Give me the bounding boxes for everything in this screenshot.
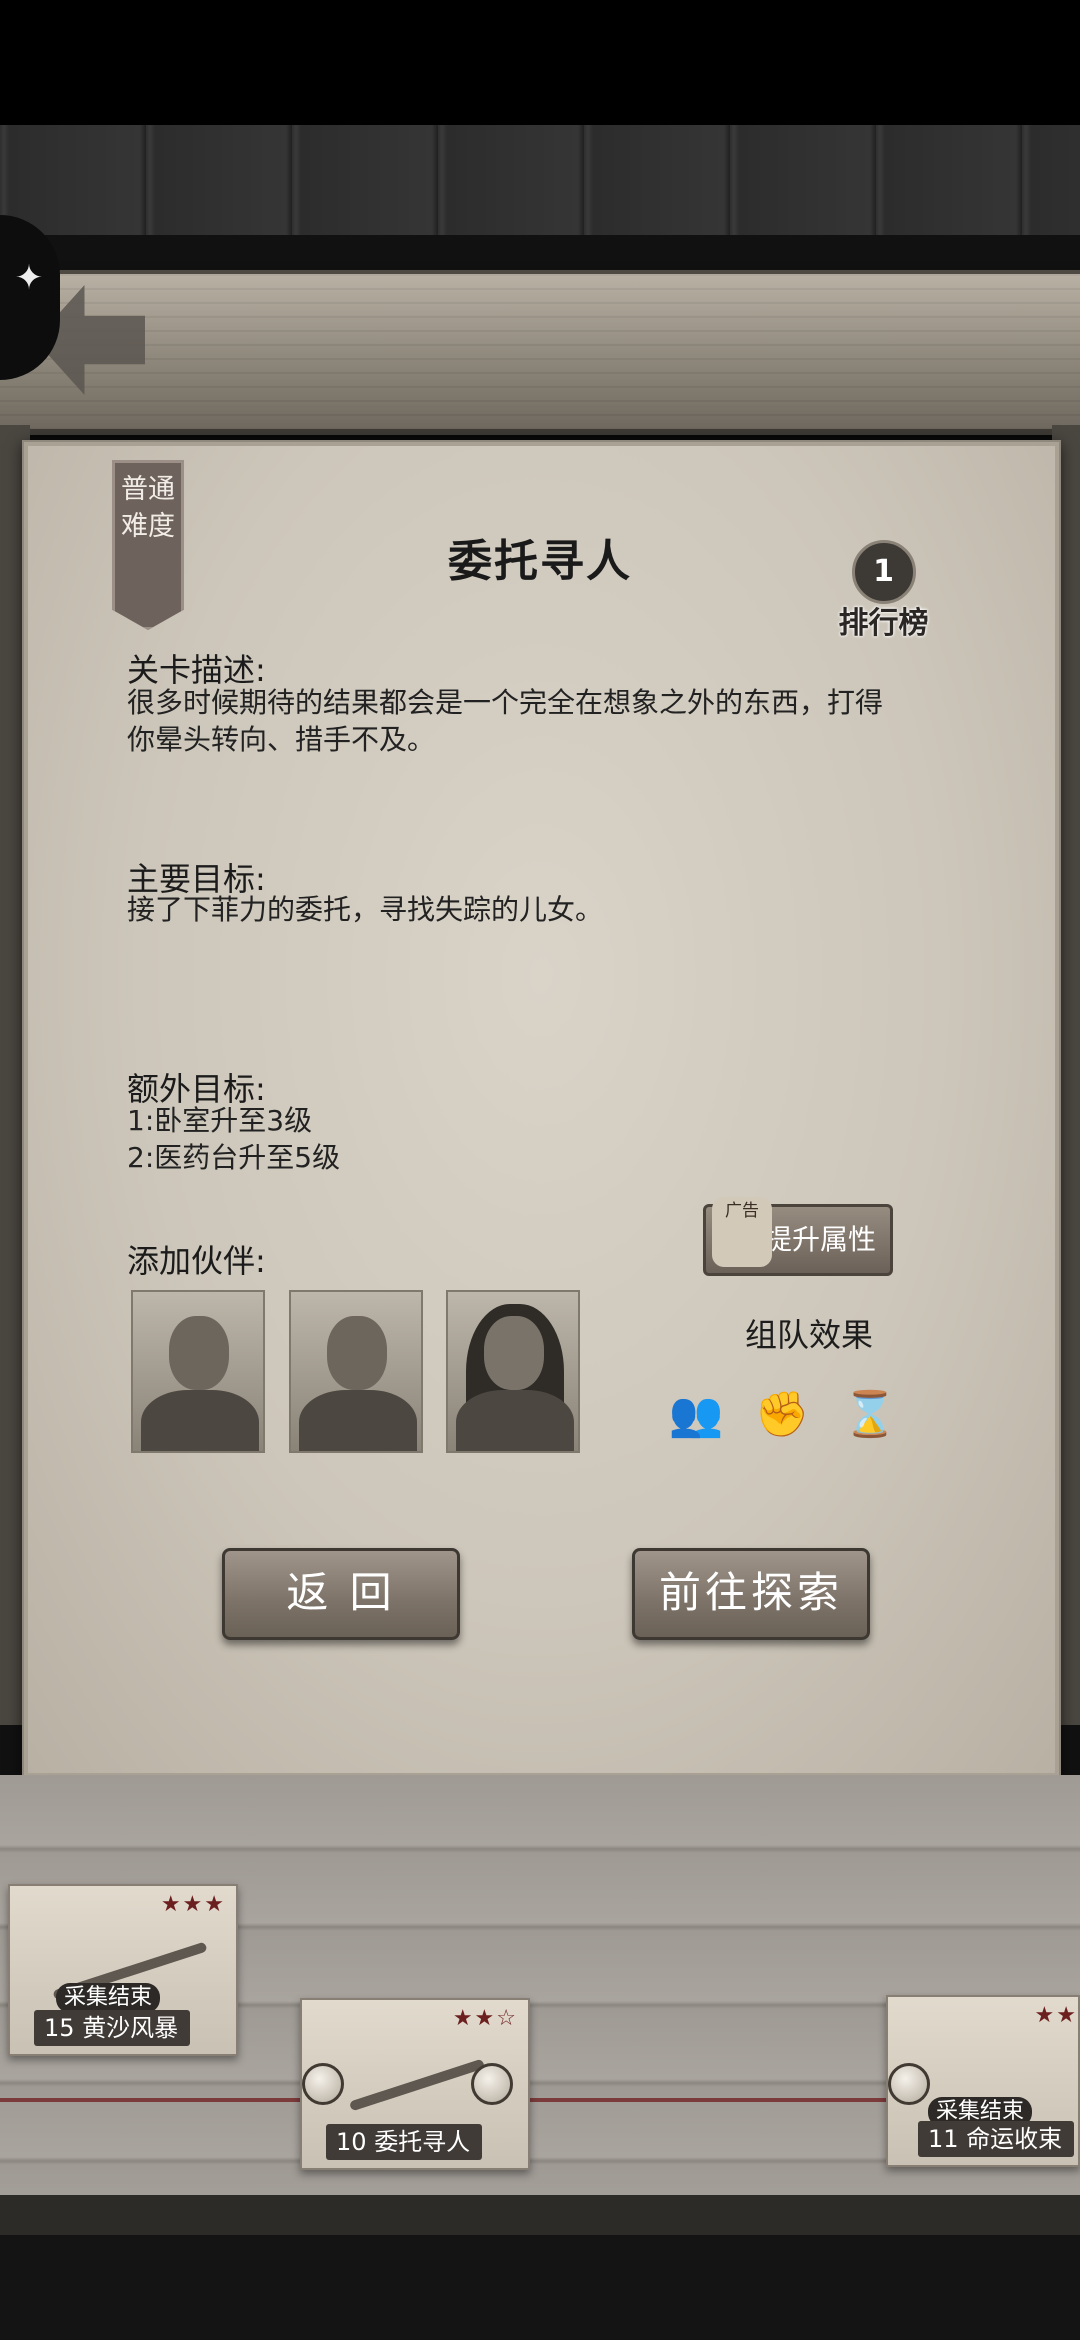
star-rating: ★★★ bbox=[160, 1892, 226, 1917]
level-number: 11 bbox=[928, 2125, 959, 2153]
star-rating: ★★☆ bbox=[452, 2006, 518, 2031]
level-number: 10 bbox=[336, 2128, 367, 2156]
knife-icon bbox=[348, 2058, 486, 2112]
path-node bbox=[471, 2063, 513, 2105]
team-effect-title: 组队效果 bbox=[745, 1316, 874, 1354]
level-card-15[interactable]: ★★★ 采集结束 15 黄沙风暴 bbox=[8, 1884, 238, 2056]
puzzle-icon: ✦ bbox=[14, 258, 44, 298]
trophy-icon: 1 bbox=[851, 540, 916, 604]
path-node bbox=[888, 2063, 930, 2105]
extra-goal-item-2: 2:医药台升至5级 bbox=[127, 1141, 341, 1174]
level-number: 15 bbox=[44, 2014, 75, 2042]
boost-attribute-button[interactable]: 广告 提升属性 bbox=[703, 1197, 893, 1276]
partners-heading: 添加伙伴: bbox=[127, 1242, 266, 1280]
hourglass-icon[interactable]: ⌛ bbox=[840, 1385, 900, 1445]
description-line-1: 很多时候期待的结果都会是一个完全在想象之外的东西，打得 bbox=[127, 686, 884, 719]
return-button[interactable]: 返 回 bbox=[222, 1548, 460, 1640]
level-nameplate: 15 黄沙风暴 bbox=[34, 2010, 191, 2046]
status-bar bbox=[0, 0, 1080, 125]
level-nameplate: 11 命运收束 bbox=[918, 2121, 1075, 2157]
path-node bbox=[302, 2063, 344, 2105]
level-name: 命运收束 bbox=[966, 2125, 1063, 2153]
explore-button[interactable]: 前往探索 bbox=[632, 1548, 870, 1640]
ad-badge: 广告 bbox=[712, 1197, 772, 1267]
extra-goal-item-1: 1:卧室升至3级 bbox=[127, 1104, 313, 1137]
fist-icon[interactable]: ✊ bbox=[752, 1385, 812, 1445]
level-name: 黄沙风暴 bbox=[82, 2014, 179, 2042]
bottom-bar bbox=[0, 2195, 1080, 2340]
star-rating: ★★ bbox=[1034, 2003, 1078, 2028]
collect-done-tag: 采集结束 bbox=[56, 1983, 161, 2013]
partner-portrait-2[interactable] bbox=[289, 1290, 423, 1453]
level-name: 委托寻人 bbox=[374, 2128, 471, 2156]
leaderboard-button[interactable]: 1 排行榜 bbox=[826, 540, 941, 645]
boost-attribute-label: 提升属性 bbox=[763, 1223, 876, 1256]
description-line-2: 你晕头转向、措手不及。 bbox=[127, 723, 436, 756]
wood-background bbox=[0, 125, 1080, 235]
people-icon[interactable]: 👥 bbox=[666, 1385, 726, 1445]
level-nameplate: 10 委托寻人 bbox=[326, 2124, 483, 2160]
header-plank bbox=[0, 270, 1080, 435]
partner-portrait-3[interactable] bbox=[446, 1290, 580, 1453]
partner-portrait-1[interactable] bbox=[131, 1290, 265, 1453]
leaderboard-label: 排行榜 bbox=[838, 606, 929, 641]
main-goal-text: 接了下菲力的委托，寻找失踪的儿女。 bbox=[127, 893, 604, 926]
